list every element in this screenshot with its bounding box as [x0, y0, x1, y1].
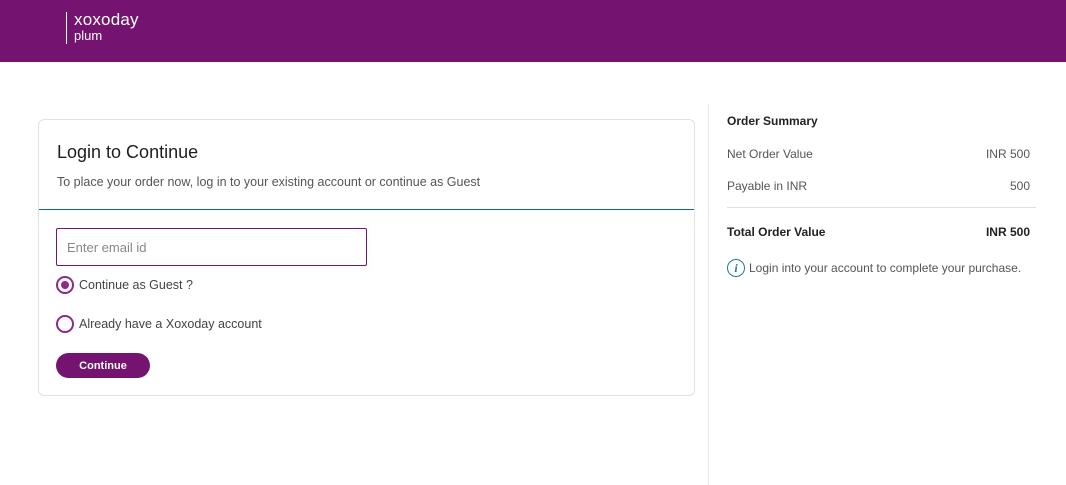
logo-wordmark: xoxoday [74, 10, 139, 29]
net-order-value-row: Net Order Value INR 500 [727, 147, 1036, 161]
xoxoday-plum-logo[interactable]: xoxoday plum [66, 10, 139, 44]
login-card-header: Login to Continue To place your order no… [39, 120, 694, 210]
top-bar: xoxoday plum [0, 0, 1066, 62]
login-subtitle: To place your order now, log in to your … [57, 175, 481, 189]
order-summary: Order Summary Net Order Value INR 500 Pa… [727, 114, 1036, 277]
existing-account-option[interactable]: Already have a Xoxoday account [56, 315, 262, 333]
vertical-divider [708, 104, 709, 485]
payable-row: Payable in INR 500 [727, 179, 1036, 193]
info-icon: i [727, 259, 745, 277]
continue-button[interactable]: Continue [56, 353, 150, 378]
login-title: Login to Continue [57, 142, 199, 162]
login-card: Login to Continue To place your order no… [38, 119, 695, 396]
total-amount: INR 500 [985, 225, 1030, 239]
email-input[interactable] [56, 228, 367, 266]
existing-account-radio[interactable] [56, 315, 74, 333]
existing-account-option-label: Already have a Xoxoday account [79, 317, 262, 331]
net-order-value-amount: INR 500 [985, 147, 1030, 161]
login-info-note: i Login into your account to complete yo… [727, 259, 1036, 277]
total-label: Total Order Value [727, 225, 826, 239]
logo-subtitle: plum [74, 28, 103, 43]
total-row: Total Order Value INR 500 [727, 225, 1036, 239]
payable-amount: 500 [1009, 179, 1030, 193]
guest-radio[interactable] [56, 276, 74, 294]
guest-option[interactable]: Continue as Guest ? [56, 276, 193, 294]
guest-option-label: Continue as Guest ? [79, 278, 193, 292]
net-order-value-label: Net Order Value [727, 147, 813, 161]
order-summary-title: Order Summary [727, 114, 818, 128]
payable-label: Payable in INR [727, 179, 808, 193]
summary-divider [727, 207, 1036, 208]
info-text: Login into your account to complete your… [749, 261, 1022, 275]
